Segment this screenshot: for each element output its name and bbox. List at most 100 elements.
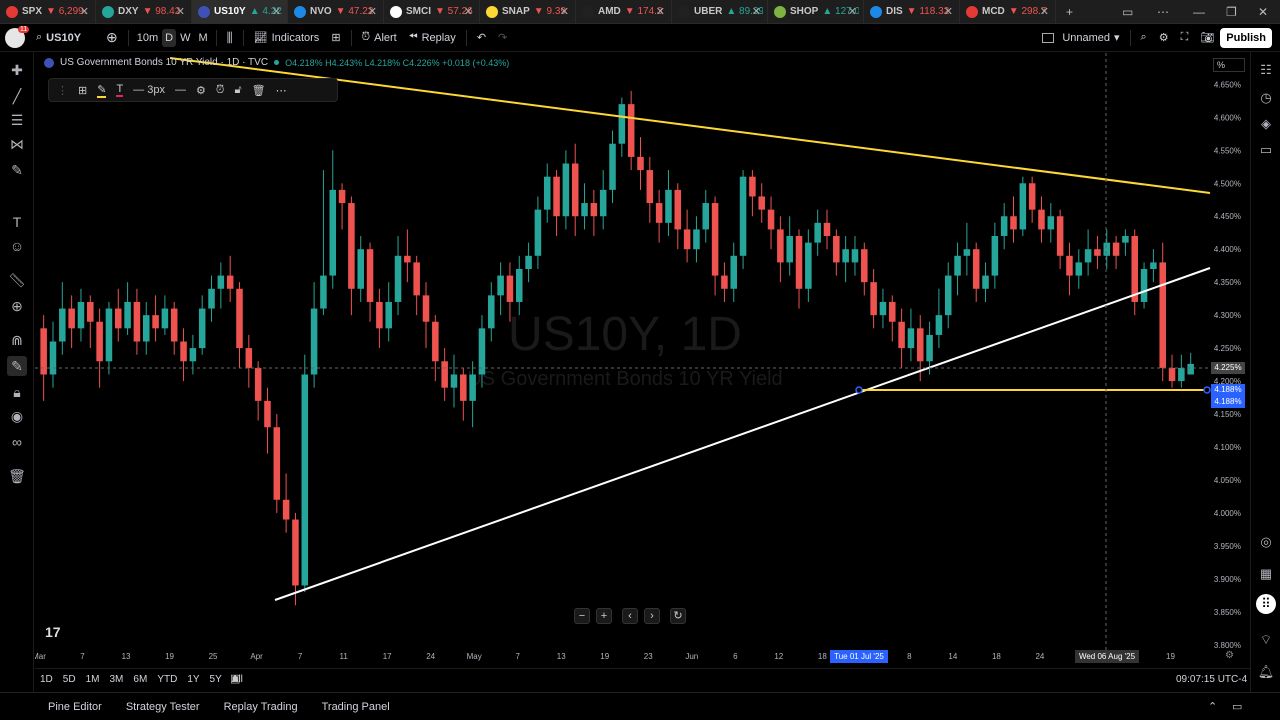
crosshair-cursor-icon[interactable]: ✚ xyxy=(7,60,27,80)
minimize-button[interactable]: — xyxy=(1193,0,1205,24)
zoom-in-icon[interactable]: ⊕ xyxy=(7,296,27,316)
close-tab-icon[interactable]: ✕ xyxy=(1040,5,1049,18)
tab-shop[interactable]: SHOP ▲ 127.0 ✕ xyxy=(768,0,864,24)
axis-settings-icon[interactable]: ⚙ xyxy=(1225,650,1234,661)
bottom-tab-replay-trading[interactable]: Replay Trading xyxy=(212,701,310,713)
snapshot-camera-icon[interactable]: 📷︎ xyxy=(1194,24,1220,52)
publish-button[interactable]: Publish xyxy=(1220,27,1272,48)
symbol-search[interactable]: ⌕ US10Y xyxy=(30,24,100,52)
alert-button[interactable]: ⏰︎ Alert xyxy=(356,24,403,52)
interval-m[interactable]: M xyxy=(194,24,211,52)
timeframe-1y[interactable]: 1Y xyxy=(182,674,204,685)
tab-dxy[interactable]: DXY ▼ 98.42 ✕ xyxy=(96,0,192,24)
chart-type-candles-icon[interactable]: ⫼ xyxy=(221,24,239,52)
bottom-tab-trading-panel[interactable]: Trading Panel xyxy=(310,701,402,713)
scroll-right-button[interactable]: › xyxy=(644,608,660,624)
layout-name-button[interactable]: Unnamed ▾ xyxy=(1036,24,1125,52)
layers-icon[interactable]: ◈ xyxy=(1256,114,1276,134)
close-tab-icon[interactable]: ✕ xyxy=(944,5,953,18)
text-tool-icon[interactable]: T xyxy=(7,212,27,232)
drawing-anchor-handle-end[interactable] xyxy=(1203,386,1211,394)
bottom-tab-strategy-tester[interactable]: Strategy Tester xyxy=(114,701,212,713)
close-tab-icon[interactable]: ✕ xyxy=(80,5,89,18)
line-style-icon[interactable]: — xyxy=(175,84,186,96)
close-tab-icon[interactable]: ✕ xyxy=(176,5,185,18)
calendar-icon[interactable]: ▦ xyxy=(1256,564,1276,584)
drawing-anchor-handle[interactable] xyxy=(855,386,863,394)
close-tab-icon[interactable]: ✕ xyxy=(464,5,473,18)
timeframe-6m[interactable]: 6M xyxy=(128,674,152,685)
close-tab-icon[interactable]: ✕ xyxy=(368,5,377,18)
tab-snap[interactable]: SNAP ▼ 9.39 ✕ xyxy=(480,0,576,24)
stay-in-drawing-mode-icon[interactable]: ✎ xyxy=(7,356,27,376)
redo-icon[interactable]: ↷ xyxy=(492,24,513,52)
replay-button[interactable]: ⏪︎ Replay xyxy=(403,24,462,52)
notifications-bell-icon[interactable]: 🔔︎ xyxy=(1256,662,1276,682)
brush-icon[interactable]: ✎ xyxy=(7,160,27,180)
tab-spx[interactable]: SPX ▼ 6,299. ✕ xyxy=(0,0,96,24)
settings-gear-icon[interactable]: ⚙ xyxy=(1153,24,1175,52)
settings-icon[interactable]: ⚙ xyxy=(196,84,206,97)
fullscreen-icon[interactable]: ⛶ xyxy=(1175,24,1195,52)
timeframe-5d[interactable]: 5D xyxy=(58,674,81,685)
price-chart[interactable]: US10Y, 1D US Government Bonds 10 YR Yiel… xyxy=(35,53,1250,668)
quick-search-icon[interactable]: ⌕ xyxy=(1135,24,1153,52)
ascending-trendline[interactable] xyxy=(274,267,1211,601)
tab-nvo[interactable]: NVO ▼ 47.22 ✕ xyxy=(288,0,384,24)
alerts-clock-icon[interactable]: ◷ xyxy=(1256,88,1276,108)
close-window-button[interactable]: ✕ xyxy=(1258,0,1268,24)
line-width-button[interactable]: — 3px xyxy=(133,84,165,96)
avatar[interactable]: 11 xyxy=(0,24,30,52)
tab-dis[interactable]: DIS ▼ 118.32 ✕ xyxy=(864,0,960,24)
signal-icon[interactable]: ⌔ xyxy=(1256,630,1276,650)
interval-10m[interactable]: 10m xyxy=(133,24,162,52)
zoom-in-button[interactable]: + xyxy=(596,608,612,624)
close-tab-icon[interactable]: ✕ xyxy=(752,5,761,18)
undo-icon[interactable]: ↶ xyxy=(471,24,492,52)
magnet-icon[interactable]: ⋒ xyxy=(7,330,27,350)
trend-line-icon[interactable]: ╱ xyxy=(7,86,27,106)
watchlist-icon[interactable]: ☷ xyxy=(1256,60,1276,80)
patterns-icon[interactable]: ⋈ xyxy=(7,134,27,154)
interval-w[interactable]: W xyxy=(176,24,194,52)
timeframe-ytd[interactable]: YTD xyxy=(152,674,182,685)
close-tab-icon[interactable]: ✕ xyxy=(272,5,281,18)
tab-us10y[interactable]: US10Y ▲ 4.22 ✕ xyxy=(192,0,288,24)
drag-handle-icon[interactable]: ⋮ xyxy=(57,84,68,97)
interval-d[interactable]: D xyxy=(162,28,177,47)
new-tab-button[interactable]: + xyxy=(1066,0,1073,24)
trash-icon[interactable]: 🗑︎ xyxy=(7,466,27,486)
emoji-icon[interactable]: ☺ xyxy=(7,236,27,256)
eye-visibility-icon[interactable]: ◉ xyxy=(7,406,27,426)
timeframe-5y[interactable]: 5Y xyxy=(205,674,227,685)
maximize-panel-icon[interactable]: ▭ xyxy=(1232,700,1242,713)
tab-amd[interactable]: AMD ▼ 174.3 ✕ xyxy=(576,0,672,24)
delete-drawing-icon[interactable]: 🗑︎ xyxy=(252,84,266,97)
lock-icon[interactable]: 🔒︎ xyxy=(7,382,27,402)
tradingview-logo[interactable]: 17 xyxy=(45,624,61,640)
measure-ruler-icon[interactable]: 📏︎ xyxy=(7,270,27,290)
more-icon[interactable]: ⋯ xyxy=(1157,0,1169,24)
clock-label[interactable]: 09:07:15 UTC-4 xyxy=(1176,674,1247,685)
close-tab-icon[interactable]: ✕ xyxy=(560,5,569,18)
line-color-pencil-icon[interactable]: ✎ xyxy=(97,83,107,98)
bottom-tab-pine-editor[interactable]: Pine Editor xyxy=(36,701,114,713)
target-icon[interactable]: ◎ xyxy=(1256,532,1276,552)
alert-add-icon[interactable]: ⏰︎ xyxy=(216,84,225,97)
maximize-button[interactable]: ❐ xyxy=(1226,0,1237,24)
templates-icon[interactable]: ⊞ xyxy=(325,24,346,52)
reset-chart-button[interactable]: ↻ xyxy=(670,608,686,624)
timeframe-3m[interactable]: 3M xyxy=(105,674,129,685)
tab-uber[interactable]: UBER ▲ 89.39 ✕ xyxy=(672,0,768,24)
lock-drawing-icon[interactable]: 🔓︎ xyxy=(234,84,241,97)
timeframe-1d[interactable]: 1D xyxy=(35,674,58,685)
scroll-left-button[interactable]: ‹ xyxy=(622,608,638,624)
text-color-icon[interactable]: T xyxy=(116,83,124,97)
grid-menu-icon[interactable]: ⠿ xyxy=(1256,594,1276,614)
timeframe-1m[interactable]: 1M xyxy=(81,674,105,685)
tab-smci[interactable]: SMCI ▼ 57.26 ✕ xyxy=(384,0,480,24)
indicators-button[interactable]: 📈︎ Indicators xyxy=(248,24,326,52)
percent-scale-toggle[interactable]: % xyxy=(1213,58,1245,72)
close-tab-icon[interactable]: ✕ xyxy=(656,5,665,18)
templates-grid-icon[interactable]: ⊞ xyxy=(78,84,87,97)
